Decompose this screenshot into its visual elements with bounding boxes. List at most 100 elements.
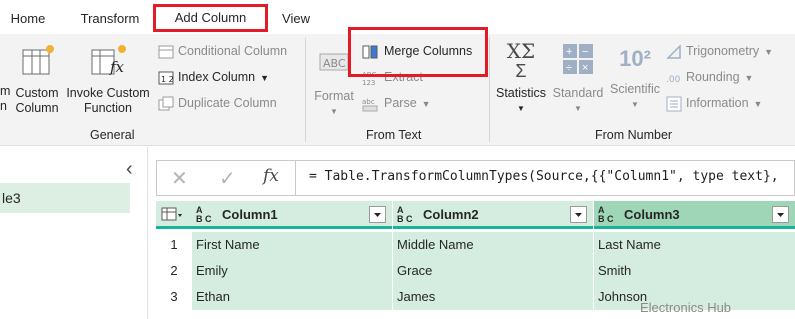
- information-button[interactable]: Information ▼: [666, 92, 762, 114]
- column-from-examples-label-2: n: [0, 99, 7, 113]
- custom-column-icon: [22, 45, 54, 75]
- conditional-column-icon: [158, 45, 174, 59]
- information-icon: [666, 96, 682, 112]
- svg-text:ABC: ABC: [323, 57, 346, 70]
- statistics-dropdown-icon: ▼: [517, 104, 525, 113]
- trigonometry-dropdown-icon[interactable]: ▼: [764, 47, 773, 57]
- rounding-icon: .00: [666, 75, 681, 85]
- format-icon: ABC: [319, 53, 349, 71]
- svg-text:abc: abc: [362, 98, 375, 106]
- statistics-button[interactable]: XΣ Σ Statistics ▼: [494, 40, 548, 116]
- trigonometry-button[interactable]: Trigonometry ▼: [666, 40, 773, 62]
- column-header-column1[interactable]: AB C Column1: [192, 201, 392, 229]
- insert-function-icon[interactable]: fx: [263, 166, 279, 186]
- filter-dropdown-icon[interactable]: [772, 206, 789, 223]
- rounding-label: Rounding: [686, 70, 740, 84]
- table-menu-icon: [161, 207, 182, 221]
- duplicate-column-button[interactable]: Duplicate Column: [158, 92, 277, 114]
- table-cell[interactable]: Smith: [594, 258, 795, 284]
- statistics-glyph: XΣ: [506, 39, 536, 63]
- conditional-column-label: Conditional Column: [178, 44, 288, 58]
- format-label: Format: [314, 89, 354, 103]
- index-column-button[interactable]: 1 2 Index Column ▼: [158, 66, 269, 88]
- table-cell[interactable]: Middle Name: [393, 232, 593, 258]
- column-header-column2[interactable]: AB C Column2: [393, 201, 593, 229]
- invoke-custom-function-label: Invoke Custom Function: [66, 86, 150, 115]
- table-cell[interactable]: First Name: [192, 232, 392, 258]
- standard-dropdown-icon: ▼: [574, 104, 582, 113]
- column-header-column3[interactable]: AB C Column3: [594, 201, 795, 229]
- standard-button[interactable]: + − ÷ × Standard ▼: [549, 42, 607, 116]
- group-label-from-text: From Text: [366, 128, 422, 142]
- trigonometry-icon: [666, 43, 681, 59]
- cancel-formula-icon[interactable]: ✕: [171, 166, 188, 191]
- group-label-from-number: From Number: [595, 128, 673, 142]
- svg-text:÷: ÷: [566, 62, 572, 74]
- invoke-custom-function-button[interactable]: fx Invoke Custom Function: [64, 44, 152, 116]
- svg-text:−: −: [582, 46, 588, 58]
- table-corner-menu[interactable]: [156, 201, 192, 229]
- parse-dropdown-icon[interactable]: ▼: [422, 99, 431, 109]
- watermark-logo: Electronics Hub: [640, 300, 732, 315]
- parse-label: Parse: [384, 96, 417, 110]
- svg-text:+: +: [566, 46, 572, 58]
- ribbon-separator: [489, 38, 490, 142]
- index-column-label: Index Column: [178, 70, 256, 84]
- column-from-examples-button[interactable]: m n: [0, 84, 12, 114]
- custom-column-button[interactable]: Custom Column: [14, 44, 60, 116]
- invoke-function-icon: fx: [91, 45, 126, 76]
- statistics-icon: XΣ: [494, 40, 548, 62]
- collapse-queries-icon[interactable]: ‹: [126, 158, 133, 181]
- index-column-dropdown-icon[interactable]: ▼: [260, 73, 269, 83]
- column-header-label: Column1: [222, 207, 278, 222]
- statistics-sigma-icon: Σ: [515, 61, 527, 81]
- group-label-general: General: [90, 128, 135, 142]
- table-cell[interactable]: Grace: [393, 258, 593, 284]
- format-dropdown-icon: ▼: [330, 107, 338, 116]
- duplicate-column-icon: [158, 96, 174, 111]
- row-number[interactable]: 2: [156, 258, 192, 284]
- column-from-examples-label-1: m: [0, 84, 11, 98]
- rounding-button[interactable]: .00 Rounding ▼: [666, 66, 753, 88]
- conditional-column-button[interactable]: Conditional Column: [158, 40, 287, 62]
- standard-label: Standard: [552, 86, 604, 100]
- row-number[interactable]: 3: [156, 284, 192, 310]
- row-number[interactable]: 1: [156, 232, 192, 258]
- svg-text:123: 123: [362, 79, 375, 86]
- type-text-icon: AB C: [598, 205, 614, 224]
- svg-text:fx: fx: [109, 58, 125, 76]
- ribbon-separator: [305, 38, 306, 142]
- type-text-icon: AB C: [196, 205, 212, 224]
- svg-text:1 2: 1 2: [161, 75, 174, 84]
- column-header-label: Column2: [423, 207, 479, 222]
- tab-view[interactable]: View: [276, 4, 316, 32]
- trigonometry-label: Trigonometry: [686, 44, 760, 58]
- tab-add-column[interactable]: Add Column: [153, 4, 268, 32]
- table-cell[interactable]: Emily: [192, 258, 392, 284]
- table-cell[interactable]: Ethan: [192, 284, 392, 310]
- scientific-label: Scientific: [609, 82, 661, 96]
- standard-icon: + − ÷ ×: [563, 44, 593, 74]
- filter-dropdown-icon[interactable]: [570, 206, 587, 223]
- scientific-button[interactable]: 10² Scientific ▼: [608, 42, 662, 112]
- svg-text:.00: .00: [666, 75, 681, 85]
- table-cell[interactable]: Last Name: [594, 232, 795, 258]
- scientific-dropdown-icon: ▼: [631, 100, 639, 109]
- rounding-dropdown-icon[interactable]: ▼: [745, 73, 754, 83]
- tab-transform[interactable]: Transform: [74, 4, 146, 32]
- type-text-icon: AB C: [397, 205, 413, 224]
- formula-bar: ✕ ✓ fx = Table.TransformColumnTypes(Sour…: [156, 160, 795, 196]
- commit-formula-icon[interactable]: ✓: [219, 166, 236, 191]
- parse-button[interactable]: abc Parse ▼: [362, 92, 431, 114]
- formula-text[interactable]: = Table.TransformColumnTypes(Source,{{"C…: [309, 169, 779, 184]
- svg-text:×: ×: [582, 62, 588, 74]
- query-item-selected[interactable]: le3: [0, 183, 130, 213]
- information-dropdown-icon[interactable]: ▼: [754, 99, 763, 109]
- statistics-label: Statistics: [495, 86, 546, 100]
- custom-column-label: Custom Column: [15, 86, 59, 115]
- filter-dropdown-icon[interactable]: [369, 206, 386, 223]
- merge-columns-highlight: [348, 27, 488, 77]
- table-cell[interactable]: James: [393, 284, 593, 310]
- tab-home[interactable]: Home: [8, 4, 48, 32]
- scientific-icon: 10²: [619, 46, 651, 71]
